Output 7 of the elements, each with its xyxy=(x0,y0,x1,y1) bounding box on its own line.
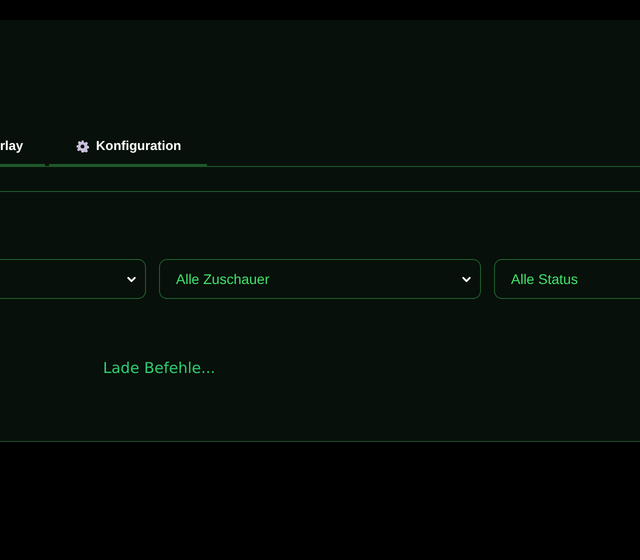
filter-dropdown[interactable] xyxy=(0,259,146,299)
tab[interactable]: rlay xyxy=(0,128,45,166)
filter-dropdown[interactable]: Alle Zuschauer xyxy=(159,259,481,299)
gear-icon xyxy=(76,140,89,152)
tab[interactable]: Konfiguration xyxy=(49,128,207,166)
loading-text: Lade Befehle... xyxy=(103,359,216,377)
filter-dropdown[interactable]: Alle Status xyxy=(494,259,640,299)
